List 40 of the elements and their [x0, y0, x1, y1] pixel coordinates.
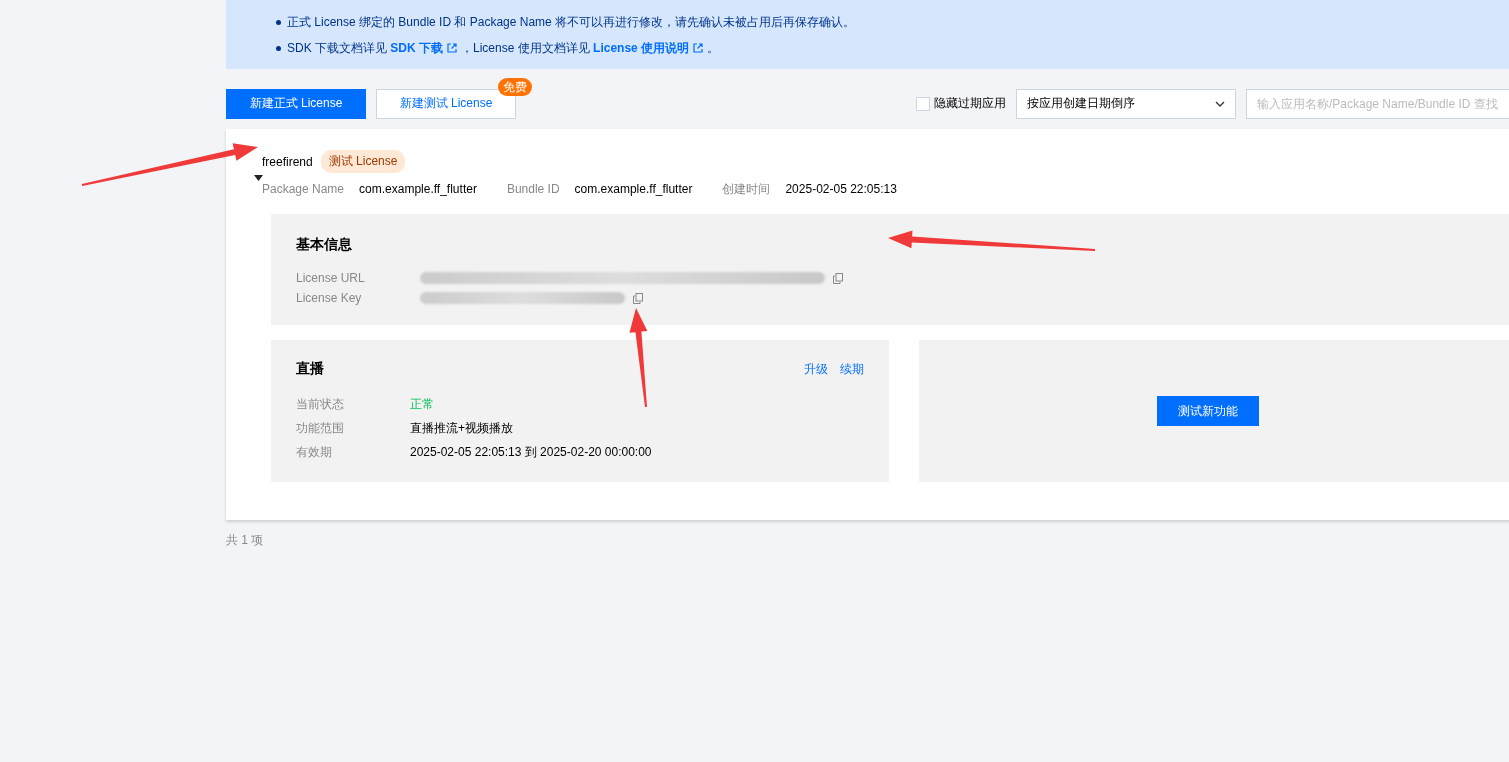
meta-label: Bundle ID [506, 182, 560, 196]
panel-title: 基本信息 [296, 236, 352, 254]
caret-down-icon[interactable] [254, 174, 263, 182]
external-link-icon [447, 42, 457, 53]
free-badge: 免费 [498, 77, 532, 96]
meta-label: Package Name [262, 182, 345, 196]
checkbox[interactable] [916, 96, 930, 111]
chevron-down-icon [1215, 100, 1225, 107]
checkbox-label: 隐藏过期应用 [934, 95, 1006, 112]
meta-value: 2025-02-05 22:05:13 [785, 182, 897, 196]
license-tag: 测试 License [320, 150, 406, 173]
row-label: 当前状态 [296, 395, 345, 413]
total-count: 共 1 项 [226, 532, 265, 549]
meta-value: com.example.ff_flutter [359, 182, 477, 196]
doc-link[interactable]: SDK 下载 [390, 40, 443, 55]
test-feature-button[interactable]: 测试新功能 [1156, 396, 1259, 426]
row-label: 功能范围 [296, 419, 345, 437]
notice-text: SDK 下载文档详见 SDK 下载 ，License 使用文档详见 License 使用说明 。 [287, 39, 720, 57]
external-link-icon [693, 42, 704, 53]
row-value: 2025-02-05 22:05:13 到 2025-02-20 00:00:00 [410, 443, 652, 461]
action-link[interactable]: 升级 [804, 360, 828, 378]
notice-text: 正式 License 绑定的 Bundle ID 和 Package Name 将不可以再进行修改，请先确认未被占用后再保存确认。 [287, 13, 856, 31]
row-label: 有效期 [296, 443, 333, 461]
meta-value: com.example.ff_flutter [574, 182, 693, 196]
create-license-button[interactable]: 新建正式 License [226, 88, 366, 119]
panel-title: 直播 [296, 360, 324, 378]
bullet-icon [276, 19, 281, 25]
meta-label: 创建时间 [722, 180, 771, 198]
field-label: License URL [296, 271, 366, 285]
status-text: 正常 [410, 395, 434, 413]
search-field[interactable]: 输入应用名称/Package Name/Bundle ID 查找 [1246, 88, 1509, 119]
copy-icon[interactable] [633, 292, 643, 304]
bullet-icon [276, 45, 281, 51]
action-link[interactable]: 续期 [840, 360, 864, 378]
row-value: 直播推流+视频播放 [410, 419, 513, 437]
app-name: freefirend [262, 154, 313, 169]
sort-dropdown[interactable]: 按应用创建日期倒序 [1016, 88, 1236, 119]
copy-icon[interactable] [833, 272, 843, 284]
doc-link[interactable]: License 使用说明 [593, 40, 690, 55]
field-label: License Key [296, 291, 363, 305]
